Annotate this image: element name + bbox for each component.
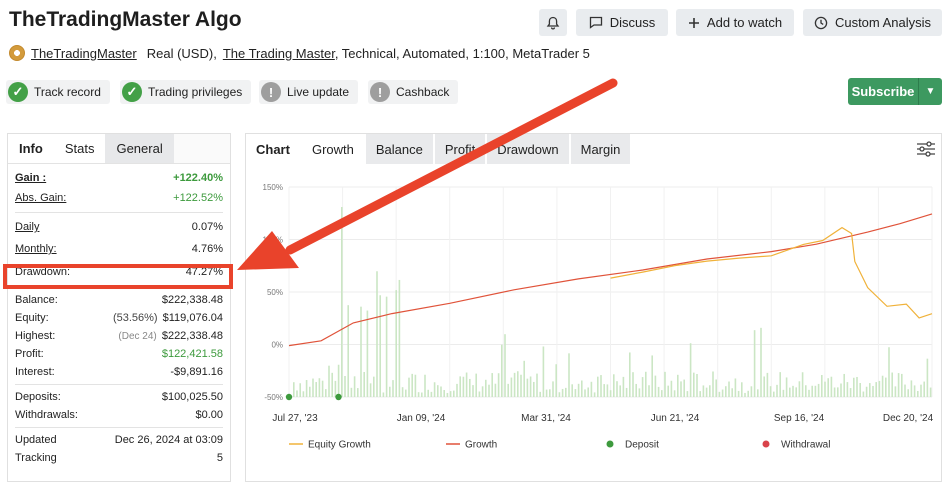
track-record-label: Track record: [34, 85, 101, 99]
cashback-label: Cashback: [396, 85, 450, 99]
abs-gain-value: +122.52%: [173, 192, 223, 204]
sliders-icon: [917, 141, 935, 157]
custom-analysis-label: Custom Analysis: [834, 15, 932, 30]
tab-general[interactable]: General: [105, 134, 174, 163]
bell-icon: [546, 16, 560, 29]
live-update-badge[interactable]: ! Live update: [259, 80, 359, 104]
cashback-badge[interactable]: ! Cashback: [368, 80, 459, 104]
equity-label: Equity:: [15, 312, 49, 324]
info-tabs: Info Stats General: [8, 134, 230, 164]
tab-growth[interactable]: Growth: [301, 134, 364, 164]
tab-drawdown[interactable]: Drawdown: [487, 134, 569, 164]
tab-margin[interactable]: Margin: [570, 134, 631, 164]
highest-value: $222,338.48: [161, 330, 223, 342]
user-link[interactable]: TheTradingMaster: [31, 46, 137, 61]
trading-privileges-badge[interactable]: ✓ Trading privileges: [120, 80, 252, 104]
tab-balance[interactable]: Balance: [365, 134, 433, 164]
subscribe-label: Subscribe: [851, 84, 915, 99]
deposits-label: Deposits:: [15, 391, 61, 403]
comment-icon: [589, 16, 602, 29]
exclamation-icon: !: [370, 82, 390, 102]
updated-value: Dec 26, 2024 at 03:09: [114, 434, 223, 446]
abs-gain-label[interactable]: Abs. Gain:: [15, 192, 66, 204]
account-details: , Technical, Automated, 1:100, MetaTrade…: [334, 45, 590, 61]
avatar: [9, 45, 25, 61]
add-to-watch-button[interactable]: Add to watch: [676, 9, 794, 36]
highest-note: (Dec 24): [118, 331, 157, 342]
add-to-watch-label: Add to watch: [706, 15, 783, 30]
trading-privileges-label: Trading privileges: [148, 85, 243, 99]
tab-chart[interactable]: Chart: [246, 134, 300, 164]
interest-label: Interest:: [15, 366, 55, 378]
exclamation-icon: !: [261, 82, 281, 102]
monthly-value: 4.76%: [191, 243, 223, 255]
info-panel: Info Stats General Gain : +122.40% Abs. G…: [7, 133, 231, 482]
tab-profit[interactable]: Profit: [434, 134, 486, 164]
highest-label: Highest:: [15, 330, 56, 342]
withdrawals-value: $0.00: [195, 409, 223, 421]
chevron-down-icon[interactable]: ▼: [919, 86, 942, 97]
tracking-label: Tracking: [15, 452, 57, 464]
chart-panel: Chart Growth Balance Profit Drawdown Mar…: [245, 133, 942, 482]
daily-label[interactable]: Daily: [15, 221, 39, 233]
custom-analysis-button[interactable]: Custom Analysis: [803, 9, 942, 36]
deposits-value: $100,025.50: [161, 391, 223, 403]
discuss-button[interactable]: Discuss: [576, 9, 668, 36]
equity-value: $119,076.04: [162, 312, 223, 324]
account-meta: TheTradingMaster Real (USD), The Trading…: [9, 45, 590, 61]
tab-info[interactable]: Info: [8, 134, 54, 163]
balance-value: $222,338.48: [161, 294, 223, 306]
tracking-value: 5: [216, 452, 223, 464]
updated-label: Updated: [15, 434, 57, 446]
chart-tabs: Chart Growth Balance Profit Drawdown Mar…: [246, 134, 941, 164]
withdrawals-label: Withdrawals:: [15, 409, 78, 421]
drawdown-highlight-box: [3, 264, 233, 289]
check-icon: ✓: [122, 82, 142, 102]
notifications-button[interactable]: [539, 9, 567, 36]
page-title: TheTradingMaster Algo: [9, 8, 242, 31]
interest-value: -$9,891.16: [170, 366, 223, 378]
monthly-label[interactable]: Monthly:: [15, 243, 57, 255]
balance-label: Balance:: [15, 294, 58, 306]
broker-link[interactable]: The Trading Master: [223, 46, 335, 61]
equity-note: (53.56%): [112, 312, 158, 324]
discuss-label: Discuss: [609, 15, 656, 30]
account-type: Real (USD),: [146, 45, 217, 61]
plus-icon: [688, 17, 699, 28]
check-icon: ✓: [8, 82, 28, 102]
chart-settings-button[interactable]: [911, 134, 941, 164]
tab-stats[interactable]: Stats: [53, 134, 106, 163]
track-record-badge[interactable]: ✓ Track record: [6, 80, 110, 104]
live-update-label: Live update: [287, 85, 350, 99]
clock-icon: [814, 16, 828, 29]
subscribe-button[interactable]: Subscribe ▼: [848, 78, 942, 105]
gain-label[interactable]: Gain :: [15, 172, 46, 184]
gain-value: +122.40%: [173, 172, 223, 184]
profit-label: Profit:: [15, 348, 44, 360]
profit-value: $122,421.58: [161, 348, 223, 360]
daily-value: 0.07%: [191, 221, 223, 233]
